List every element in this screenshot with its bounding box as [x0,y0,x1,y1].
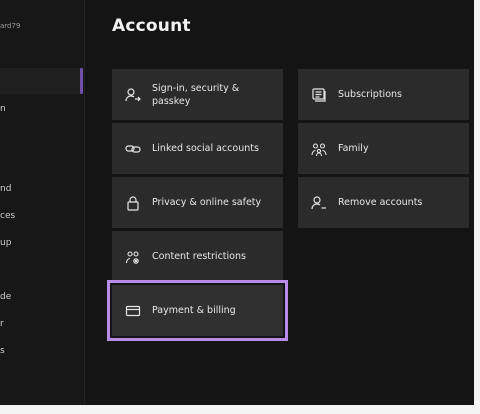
sidebar-item[interactable]: de [0,292,11,302]
tile-label: Remove accounts [338,197,423,208]
sidebar-item[interactable]: up [0,238,11,248]
sidebar-item[interactable]: s [0,346,5,356]
tile-subscriptions[interactable]: Subscriptions [298,69,469,120]
image-border-bottom [0,405,480,414]
xbox-account-screen: ard79 n nd ces up de r s Account Sign-in… [0,0,480,414]
sidebar-item[interactable]: ces [0,211,15,221]
card-icon [124,302,142,320]
tile-family[interactable]: Family [298,123,469,174]
sidebar-item-account-active[interactable] [0,68,80,94]
subscriptions-icon [310,86,328,104]
sidebar-item[interactable]: r [0,319,4,329]
tile-label: Content restrictions [152,251,246,262]
person-arrow-icon [124,86,142,104]
sidebar-item[interactable]: nd [0,184,11,194]
gamertag: ard79 [0,22,21,30]
family-icon [310,140,328,158]
tile-payment-billing[interactable]: Payment & billing [107,280,288,341]
page-title: Account [112,16,191,36]
tile-label: Privacy & online safety [152,197,262,208]
tile-label: Subscriptions [338,89,402,100]
person-minus-icon [310,194,328,212]
tile-remove-accounts[interactable]: Remove accounts [298,177,469,228]
sidebar-divider [84,0,85,414]
tile-privacy-online-safety[interactable]: Privacy & online safety [112,177,283,228]
tile-sign-in-security[interactable]: Sign-in, security & passkey [112,69,283,120]
link-icon [124,140,142,158]
settings-sidebar: ard79 n nd ces up de r s [0,0,84,414]
tile-linked-social-accounts[interactable]: Linked social accounts [112,123,283,174]
family-settings-icon [124,248,142,266]
sidebar-scroll-indicator [80,68,83,94]
image-border-right [474,0,480,414]
tile-content-restrictions[interactable]: Content restrictions [112,231,283,282]
tile-label: Sign-in, security & passkey [152,82,240,107]
lock-icon [124,194,142,212]
tile-label: Payment & billing [152,305,236,316]
sidebar-item[interactable]: n [0,104,6,114]
tile-label: Linked social accounts [152,143,259,154]
tile-label: Family [338,143,369,154]
